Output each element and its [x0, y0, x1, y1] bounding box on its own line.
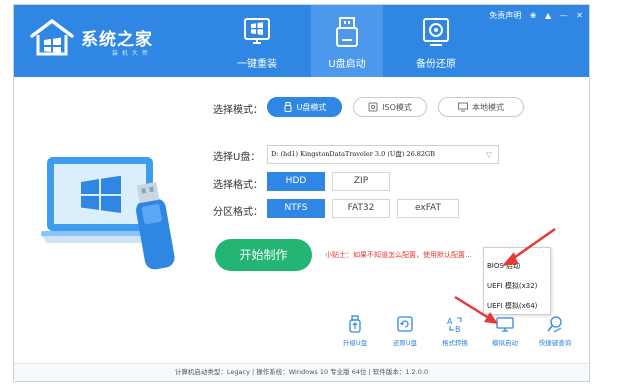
brand-title: 系统之家: [81, 30, 153, 50]
popup-item-bios-boot[interactable]: BIOS 启动: [487, 261, 520, 271]
format-label: 选择格式：: [213, 180, 263, 191]
local-mode-button[interactable]: 本地模式: [438, 97, 524, 117]
mode-label: 选择模式：: [213, 105, 263, 116]
start-create-button[interactable]: 开始制作: [215, 239, 312, 271]
iso-mode-button[interactable]: ISO模式: [353, 97, 427, 117]
tab-label: 备份还原: [416, 59, 456, 70]
usb-drive-select[interactable]: D: (hd1) KingstonDataTraveler 3.0 (U盘) 2…: [267, 145, 499, 164]
simulate-boot-icon: [496, 317, 514, 332]
chevron-down-icon: ▽: [485, 150, 492, 159]
tool-hotkey-search[interactable]: 快捷键查询: [530, 315, 580, 347]
boot-mode-popup-menu: BIOS 启动 UEFI 模拟(x32) UEFI 模拟(x64): [483, 247, 551, 315]
usb-restore-icon: [397, 316, 413, 332]
format-option-zip[interactable]: ZIP: [332, 172, 390, 191]
usb-upgrade-icon: [349, 315, 361, 333]
format-option-hdd[interactable]: HDD: [267, 172, 325, 191]
partition-option-exfat[interactable]: exFAT: [397, 199, 459, 218]
tool-restore-usb[interactable]: 还原U盘: [380, 315, 430, 347]
tool-label: 格式转换: [442, 339, 468, 347]
status-bar: 计算机启动类型：Legacy | 操作系统：Windows 10 专业版 64位…: [14, 363, 589, 381]
minimize-button[interactable]: —: [560, 11, 568, 20]
tool-format-convert[interactable]: AB 格式转换: [430, 315, 480, 347]
window-controls: 免责声明 ❀ ▲ — ✕: [483, 10, 583, 24]
tool-label: 模拟启动: [492, 339, 518, 347]
partition-label: 分区格式：: [213, 207, 263, 218]
drive-value: D: (hd1) KingstonDataTraveler 3.0 (U盘) 2…: [271, 150, 436, 158]
header-bar: 系统之家 装 机 大 师 一键重装 U盘启动 备份还原 免责声明 ❀ ▲ — ✕: [14, 5, 589, 77]
format-convert-icon: AB: [447, 317, 462, 333]
pin-icon[interactable]: ❀: [530, 11, 537, 20]
close-button[interactable]: ✕: [576, 11, 583, 20]
iso-mode-label: ISO模式: [382, 102, 412, 112]
popup-item-uefi-x32[interactable]: UEFI 模拟(x32): [487, 281, 537, 291]
main-window: 系统之家 装 机 大 师 一键重装 U盘启动 备份还原 免责声明 ❀ ▲ — ✕…: [13, 4, 590, 382]
tool-label: 快捷键查询: [538, 339, 572, 347]
usb-mode-label: U盘模式: [296, 102, 327, 112]
partition-option-fat32[interactable]: FAT32: [332, 199, 390, 218]
drive-label: 选择U盘：: [213, 152, 261, 163]
tab-one-click-reinstall[interactable]: 一键重装: [221, 5, 293, 77]
tool-upgrade-usb[interactable]: 升级U盘: [330, 315, 380, 347]
brand-subtitle: 装 机 大 师: [112, 50, 149, 57]
app-root: 系统之家 装 机 大 师 一键重装 U盘启动 备份还原 免责声明 ❀ ▲ — ✕…: [0, 0, 617, 390]
hotkey-search-icon: [547, 316, 562, 333]
tab-label: 一键重装: [237, 59, 277, 70]
usb-mode-button[interactable]: U盘模式: [267, 97, 342, 117]
tool-label: 还原U盘: [392, 339, 418, 347]
local-mode-label: 本地模式: [472, 102, 504, 112]
usb-drive-icon: [336, 17, 358, 47]
tool-simulate-boot[interactable]: 模拟启动: [480, 315, 530, 347]
tip-text: 小贴士：如果不知道怎么配置，使用默认配置...: [325, 251, 472, 259]
tab-backup-restore[interactable]: 备份还原: [400, 5, 472, 77]
monitor-icon: [458, 102, 468, 112]
svg-text:A: A: [447, 317, 453, 326]
tab-usb-boot[interactable]: U盘启动: [311, 5, 383, 77]
svg-text:B: B: [455, 325, 461, 333]
laptop-usb-illustration-icon: [41, 157, 175, 270]
partition-option-ntfs[interactable]: NTFS: [267, 199, 325, 218]
windows-monitor-icon: [244, 18, 270, 44]
tab-label: U盘启动: [328, 59, 366, 70]
backup-restore-icon: [423, 18, 449, 46]
usb-icon: [284, 102, 292, 112]
tool-label: 升级U盘: [342, 339, 368, 347]
disclaimer-link[interactable]: 免责声明: [489, 10, 521, 21]
house-logo-icon: [30, 19, 74, 56]
popup-item-uefi-x64[interactable]: UEFI 模拟(x64): [487, 301, 537, 311]
disc-icon: [368, 102, 378, 112]
skin-icon[interactable]: ▲: [545, 11, 551, 20]
